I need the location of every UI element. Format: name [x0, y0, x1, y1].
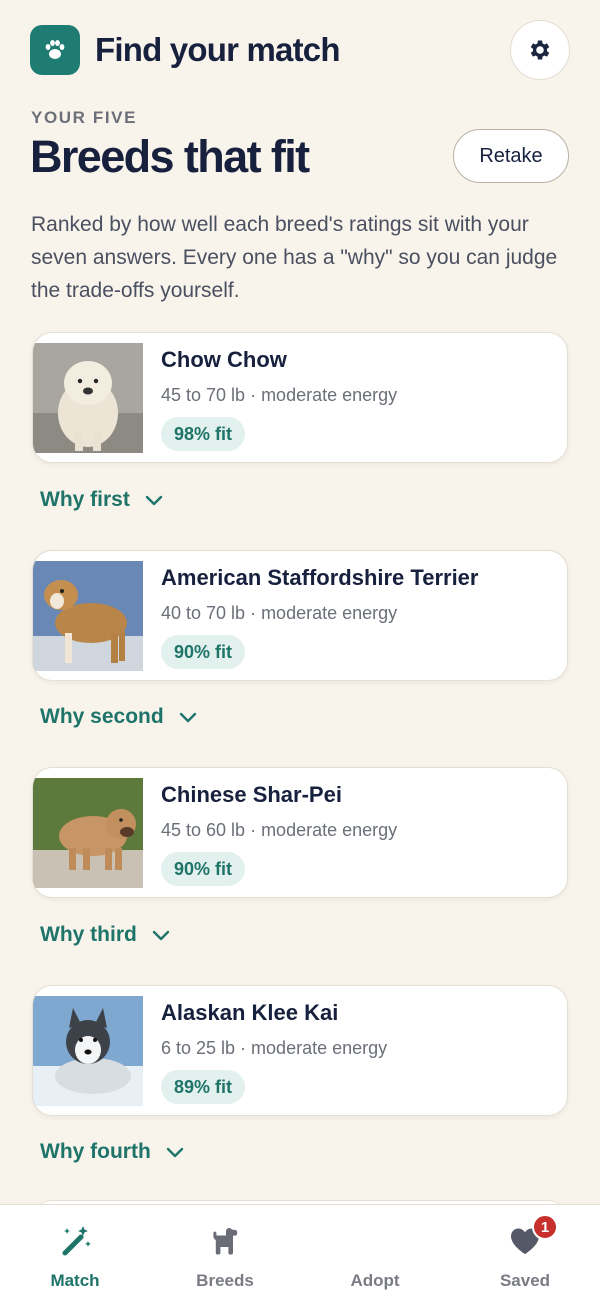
tab-adopt[interactable]: Adopt — [300, 1205, 450, 1301]
why-label: Why second — [40, 705, 164, 728]
tab-label: Match — [50, 1271, 100, 1290]
chevron-down-icon — [145, 495, 163, 506]
why-first-toggle[interactable]: Why first — [40, 488, 164, 512]
results-intro: Ranked by how well each breed's ratings … — [31, 213, 558, 302]
page-title: Breeds that fit — [30, 131, 310, 182]
breed-card[interactable]: Alaskan Klee Kai 6 to 25 lb · moderate e… — [32, 985, 568, 1116]
why-second-toggle[interactable]: Why second — [40, 705, 198, 729]
tab-match[interactable]: Match — [0, 1205, 150, 1301]
chevron-down-icon — [179, 712, 196, 723]
breed-name: Alaskan Klee Kai — [161, 1000, 339, 1025]
breed-meta: 45 to 70 lb · moderate energy — [161, 385, 398, 405]
gear-icon — [530, 40, 550, 60]
breed-card[interactable]: Chow Chow 45 to 70 lb · moderate energy … — [32, 332, 568, 463]
fit-badge: 90% fit — [161, 852, 246, 886]
tab-saved[interactable]: 1 Saved — [450, 1205, 600, 1301]
paw-logo-icon — [30, 25, 80, 75]
settings-button[interactable] — [510, 20, 570, 80]
retake-button[interactable]: Retake — [453, 129, 569, 183]
breed-name: Chow Chow — [161, 347, 287, 372]
fit-badge: 98% fit — [161, 417, 246, 451]
why-third-toggle[interactable]: Why third — [40, 923, 171, 947]
tab-label: Breeds — [196, 1271, 254, 1290]
bottom-tab-bar: Match Breeds Adopt 1 Saved — [0, 1204, 600, 1301]
tab-breeds[interactable]: Breeds — [150, 1205, 300, 1301]
dog-icon — [205, 1221, 245, 1261]
app-title: Find your match — [95, 31, 340, 68]
tab-label: Adopt — [350, 1271, 400, 1290]
app-header: Find your match — [30, 20, 570, 80]
adopt-icon — [355, 1221, 395, 1261]
fit-badge: 90% fit — [161, 635, 246, 669]
why-fourth-toggle[interactable]: Why fourth — [40, 1140, 185, 1164]
breed-meta: 45 to 60 lb · moderate energy — [161, 820, 398, 840]
fit-badge: 89% fit — [161, 1070, 246, 1104]
breed-photo — [33, 996, 143, 1106]
breed-card[interactable]: Chinese Shar-Pei 45 to 60 lb · moderate … — [32, 767, 568, 898]
breed-meta: 6 to 25 lb · moderate energy — [161, 1038, 388, 1058]
why-label: Why fourth — [40, 1140, 151, 1163]
tab-label: Saved — [499, 1271, 551, 1290]
breed-photo — [33, 343, 143, 453]
magic-wand-icon — [55, 1221, 95, 1261]
why-label: Why first — [40, 488, 130, 511]
breed-photo — [33, 561, 143, 671]
breed-name: Chinese Shar-Pei — [161, 782, 342, 807]
saved-count-badge: 1 — [532, 1214, 558, 1240]
why-label: Why third — [40, 923, 137, 946]
chevron-down-icon — [152, 930, 170, 941]
breed-card[interactable]: American Staffordshire Terrier 40 to 70 … — [32, 550, 568, 681]
breed-photo — [33, 778, 143, 888]
breed-name: American Staffordshire Terrier — [161, 565, 479, 590]
chevron-down-icon — [166, 1147, 184, 1158]
breed-meta: 40 to 70 lb · moderate energy — [161, 603, 398, 623]
results-eyebrow: YOUR FIVE — [31, 108, 138, 127]
